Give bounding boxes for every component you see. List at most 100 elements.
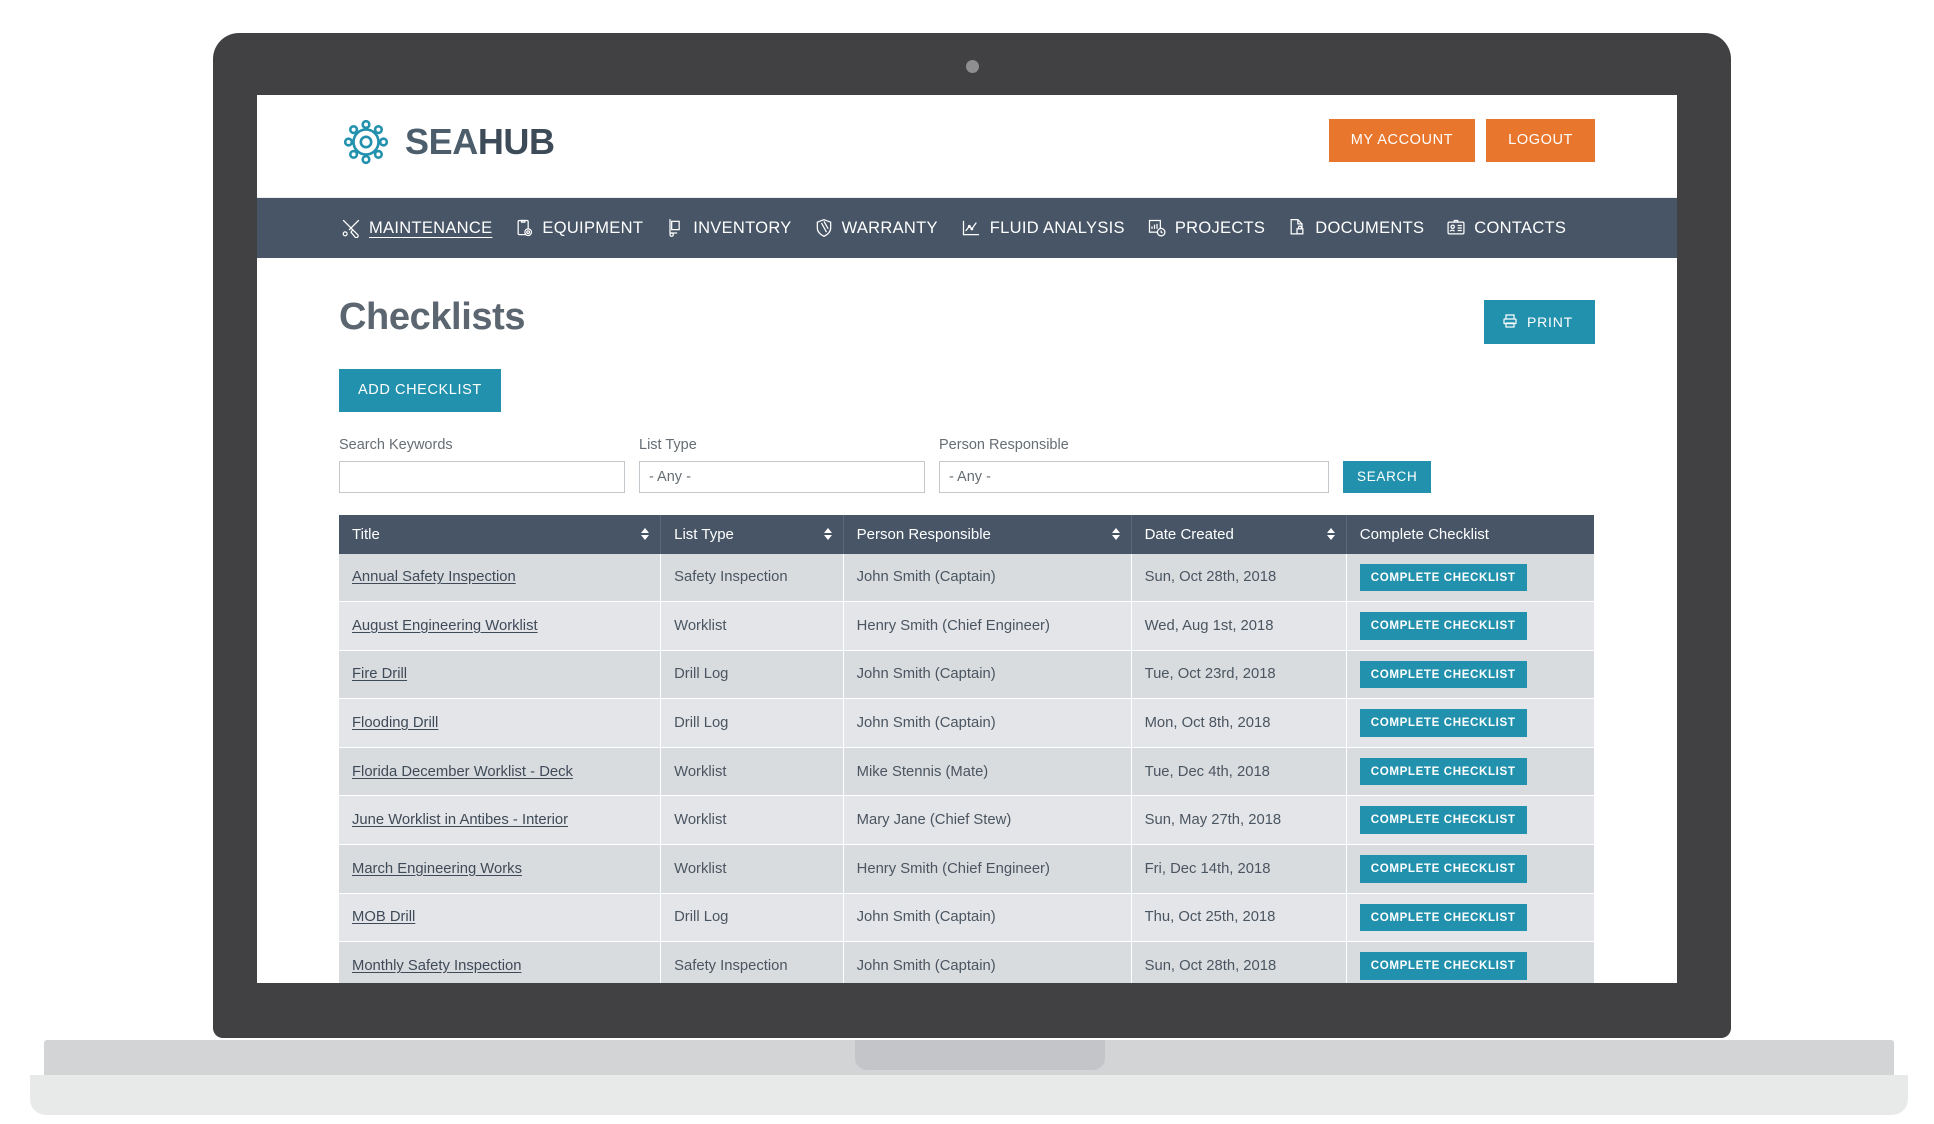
checklist-title-link[interactable]: Flooding Drill <box>352 715 438 731</box>
cell-title: Flooding Drill <box>339 698 662 748</box>
sort-toggle-icon[interactable] <box>1326 528 1335 540</box>
cell-date-created: Sun, May 27th, 2018 <box>1131 795 1347 846</box>
table-row: August Engineering Worklist Worklist Henry… <box>339 601 1594 651</box>
cell-title: March Engineering Works <box>339 844 662 894</box>
brand-name-part2: HUB <box>477 121 555 162</box>
cell-list-type: Drill Log <box>660 698 844 748</box>
cell-complete-checklist: COMPLETE CHECKLIST <box>1346 844 1594 894</box>
cell-date-created: Tue, Oct 23rd, 2018 <box>1131 650 1347 700</box>
cell-list-type: Safety Inspection <box>660 941 844 983</box>
checklist-title-link[interactable]: Annual Safety Inspection <box>352 569 516 585</box>
checklist-title-link[interactable]: June Worklist in Antibes - Interior <box>352 812 568 828</box>
cell-person-responsible: Henry Smith (Chief Engineer) <box>843 601 1132 651</box>
nav-item-equipment[interactable]: EQUIPMENT <box>514 218 643 238</box>
cell-list-type: Safety Inspection <box>660 553 844 603</box>
cell-date-created: Wed, Aug 1st, 2018 <box>1131 601 1347 651</box>
cell-list-type: Worklist <box>660 601 844 651</box>
sort-toggle-icon[interactable] <box>823 528 832 540</box>
nav-item-warranty[interactable]: WARRANTY <box>814 218 938 238</box>
webcam-dot <box>966 60 979 73</box>
person-responsible-label: Person Responsible <box>939 436 1069 453</box>
complete-checklist-button[interactable]: COMPLETE CHECKLIST <box>1359 563 1527 592</box>
complete-checklist-button[interactable]: COMPLETE CHECKLIST <box>1359 903 1527 932</box>
cell-list-type: Drill Log <box>660 650 844 700</box>
table-row: Florida December Worklist - Deck Worklist… <box>339 747 1594 797</box>
laptop-base-lower <box>30 1075 1908 1115</box>
nav-label: EQUIPMENT <box>542 218 644 237</box>
column-label: List Type <box>674 525 734 543</box>
column-header-title[interactable]: Title <box>339 514 662 554</box>
nav-item-fluid-analysis[interactable]: FLUID ANALYSIS <box>960 218 1125 238</box>
cell-date-created: Fri, Dec 14th, 2018 <box>1131 844 1347 894</box>
cell-person-responsible: John Smith (Captain) <box>843 553 1132 603</box>
cell-list-type: Worklist <box>660 795 844 846</box>
complete-checklist-button[interactable]: COMPLETE CHECKLIST <box>1359 709 1527 737</box>
complete-checklist-button[interactable]: COMPLETE CHECKLIST <box>1359 612 1527 640</box>
clipboard-gear-icon <box>514 218 534 238</box>
cell-date-created: Sun, Oct 28th, 2018 <box>1131 553 1347 603</box>
nav-item-inventory[interactable]: INVENTORY <box>665 218 791 238</box>
table-header: Title List Type Person Responsible Date … <box>339 514 1594 554</box>
sort-toggle-icon[interactable] <box>1111 528 1120 540</box>
complete-checklist-button[interactable]: COMPLETE CHECKLIST <box>1359 757 1527 786</box>
id-card-icon <box>1446 218 1466 238</box>
page-content: Checklists PRINT ADD CHECKLIST Search Ke… <box>257 258 1677 983</box>
checklist-title-link[interactable]: Monthly Safety Inspection <box>352 958 521 974</box>
table-row: June Worklist in Antibes - Interior Workl… <box>339 795 1594 846</box>
nav-item-documents[interactable]: DOCUMENTS <box>1287 218 1424 238</box>
cell-title: Florida December Worklist - Deck <box>339 747 662 797</box>
cell-date-created: Sun, Oct 28th, 2018 <box>1131 941 1347 983</box>
complete-checklist-button[interactable]: COMPLETE CHECKLIST <box>1359 806 1527 835</box>
complete-checklist-button[interactable]: COMPLETE CHECKLIST <box>1359 660 1527 689</box>
cell-complete-checklist: COMPLETE CHECKLIST <box>1346 601 1594 651</box>
nav-item-projects[interactable]: PROJECTS <box>1147 218 1265 238</box>
browser-screen: SEAHUB MY ACCOUNT LOGOUT MAINTENANCE EQU… <box>257 95 1677 983</box>
checklist-title-link[interactable]: MOB Drill <box>352 909 415 925</box>
my-account-button[interactable]: MY ACCOUNT <box>1328 119 1476 162</box>
column-header-person-responsible[interactable]: Person Responsible <box>843 514 1132 554</box>
search-button[interactable]: SEARCH <box>1343 460 1432 493</box>
complete-checklist-button[interactable]: COMPLETE CHECKLIST <box>1359 952 1527 980</box>
nav-label: CONTACTS <box>1474 218 1567 237</box>
sort-toggle-icon[interactable] <box>641 528 650 540</box>
person-responsible-select[interactable]: - Any - <box>939 460 1329 493</box>
page-title: Checklists <box>339 296 526 338</box>
cell-title: June Worklist in Antibes - Interior <box>339 795 662 846</box>
cell-complete-checklist: COMPLETE CHECKLIST <box>1346 795 1594 846</box>
cell-title: Monthly Safety Inspection <box>339 941 662 983</box>
column-label: Complete Checklist <box>1359 525 1489 543</box>
gear-cog-icon <box>341 117 391 167</box>
printer-icon <box>1502 313 1518 331</box>
list-type-select[interactable]: - Any - <box>639 460 925 493</box>
checklist-title-link[interactable]: Fire Drill <box>352 666 407 682</box>
nav-label: FLUID ANALYSIS <box>989 218 1125 237</box>
nav-item-maintenance[interactable]: MAINTENANCE <box>341 218 492 238</box>
column-label: Title <box>352 525 380 543</box>
column-label: Date Created <box>1144 525 1234 543</box>
column-header-date-created[interactable]: Date Created <box>1131 514 1347 554</box>
cell-complete-checklist: COMPLETE CHECKLIST <box>1346 698 1594 748</box>
column-header-list-type[interactable]: List Type <box>660 514 844 554</box>
table-row: Fire Drill Drill Log John Smith (Captain) T… <box>339 650 1594 700</box>
nav-item-contacts[interactable]: CONTACTS <box>1446 218 1566 238</box>
search-keywords-input[interactable] <box>339 460 625 493</box>
logout-button[interactable]: LOGOUT <box>1486 119 1595 162</box>
cell-person-responsible: Henry Smith (Chief Engineer) <box>843 844 1132 894</box>
add-checklist-button[interactable]: ADD CHECKLIST <box>339 369 501 412</box>
nav-label: PROJECTS <box>1174 218 1266 237</box>
table-row: Flooding Drill Drill Log John Smith (Capta… <box>339 698 1594 748</box>
cell-person-responsible: John Smith (Captain) <box>843 698 1132 748</box>
checklist-title-link[interactable]: August Engineering Worklist <box>352 618 538 634</box>
cell-date-created: Mon, Oct 8th, 2018 <box>1131 698 1347 748</box>
checklist-title-link[interactable]: Florida December Worklist - Deck <box>352 764 573 780</box>
table-body: Annual Safety Inspection Safety Inspectio… <box>339 553 1594 983</box>
complete-checklist-button[interactable]: COMPLETE CHECKLIST <box>1359 855 1527 883</box>
checklist-title-link[interactable]: March Engineering Works <box>352 861 522 877</box>
cell-complete-checklist: COMPLETE CHECKLIST <box>1346 893 1594 943</box>
nav-label: MAINTENANCE <box>369 218 493 237</box>
cell-person-responsible: Mary Jane (Chief Stew) <box>843 795 1132 846</box>
search-keywords-group: Search Keywords <box>339 437 625 493</box>
print-button[interactable]: PRINT <box>1484 300 1595 344</box>
document-lock-icon <box>1287 218 1307 238</box>
brand-logo[interactable]: SEAHUB <box>341 117 555 167</box>
